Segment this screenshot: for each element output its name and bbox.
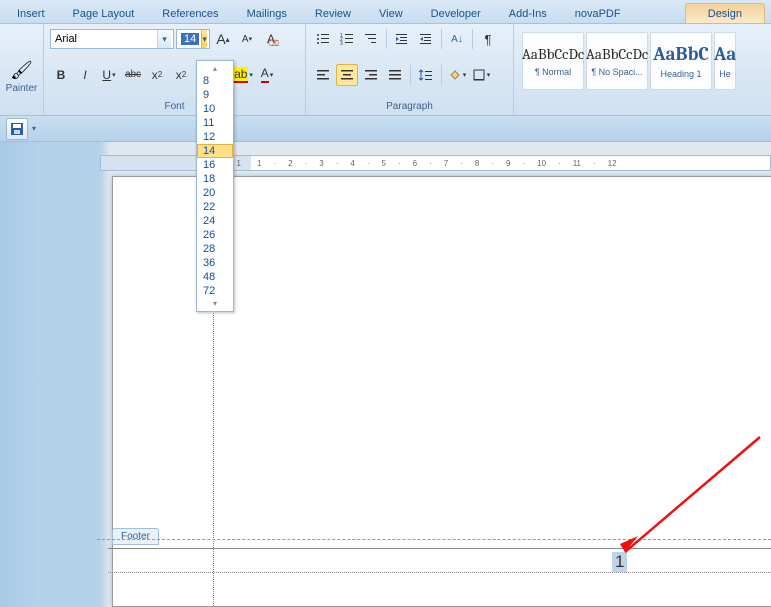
style-no-spacing[interactable]: AaBbCcDc ¶ No Spaci... — [586, 32, 648, 90]
footer-boundary — [97, 539, 771, 540]
font-size-option-36[interactable]: 36 — [197, 256, 233, 270]
align-center-button[interactable] — [336, 64, 358, 86]
numbering-button[interactable]: 123 — [336, 28, 358, 50]
chevron-down-icon[interactable]: ▾ — [32, 124, 36, 133]
clipboard-group-label — [6, 99, 37, 115]
font-size-option-12[interactable]: 12 — [197, 130, 233, 144]
font-color-button[interactable]: A▾ — [256, 64, 278, 86]
quick-access-toolbar: ▾ — [0, 116, 771, 142]
format-painter-label: Painter — [6, 83, 38, 94]
subscript-button[interactable]: x2 — [146, 64, 168, 86]
font-size-option-24[interactable]: 24 — [197, 214, 233, 228]
sort-button[interactable]: A↓ — [446, 28, 468, 50]
font-size-combo[interactable]: 14 ▾ — [176, 29, 210, 49]
font-group-label: Font — [50, 99, 299, 115]
bold-button[interactable]: B — [50, 64, 72, 86]
align-left-button[interactable] — [312, 64, 334, 86]
font-size-option-26[interactable]: 26 — [197, 228, 233, 242]
font-size-option-11[interactable]: 11 — [197, 116, 233, 130]
align-right-button[interactable] — [360, 64, 382, 86]
grow-font-button[interactable]: A▴ — [212, 28, 234, 50]
line-spacing-button[interactable] — [415, 64, 437, 86]
font-size-option-9[interactable]: 9 — [197, 88, 233, 102]
tab-developer[interactable]: Developer — [420, 3, 492, 23]
font-size-dropdown[interactable]: ▴ 891011121416182022242628364872 ▾ — [196, 60, 234, 312]
highlight-button[interactable]: ab▾ — [232, 64, 254, 86]
tab-page-layout[interactable]: Page Layout — [62, 3, 146, 23]
font-size-option-18[interactable]: 18 — [197, 172, 233, 186]
increase-indent-button[interactable] — [415, 28, 437, 50]
font-name-value: Arial — [55, 33, 77, 45]
tab-view[interactable]: View — [368, 3, 414, 23]
font-size-option-28[interactable]: 28 — [197, 242, 233, 256]
ribbon: 🖌 Painter Arial ▾ 14 ▾ A▴ A▾ A⌫ B I U▾ a… — [0, 24, 771, 116]
chevron-down-icon[interactable]: ▾ — [157, 30, 171, 48]
scroll-down-icon[interactable]: ▾ — [197, 298, 233, 309]
font-size-option-20[interactable]: 20 — [197, 186, 233, 200]
bullets-button[interactable] — [312, 28, 334, 50]
font-size-option-8[interactable]: 8 — [197, 74, 233, 88]
superscript-button[interactable]: x2 — [170, 64, 192, 86]
style-normal[interactable]: AaBbCcDc ¶ Normal — [522, 32, 584, 90]
tab-review[interactable]: Review — [304, 3, 362, 23]
font-size-option-72[interactable]: 72 — [197, 284, 233, 298]
italic-button[interactable]: I — [74, 64, 96, 86]
tab-add-ins[interactable]: Add-Ins — [498, 3, 558, 23]
scroll-up-icon[interactable]: ▴ — [197, 63, 233, 74]
paragraph-group-label: Paragraph — [312, 99, 507, 115]
font-size-option-48[interactable]: 48 — [197, 270, 233, 284]
font-size-value: 14 — [181, 33, 199, 45]
shrink-font-button[interactable]: A▾ — [236, 28, 258, 50]
strikethrough-button[interactable]: abc — [122, 64, 144, 86]
style-heading-1[interactable]: AaBbC Heading 1 — [650, 32, 712, 90]
font-size-option-16[interactable]: 16 — [197, 158, 233, 172]
tab-insert[interactable]: Insert — [6, 3, 56, 23]
shading-button[interactable]: ▾ — [446, 64, 468, 86]
save-button[interactable] — [6, 118, 28, 140]
underline-button[interactable]: U▾ — [98, 64, 120, 86]
font-name-combo[interactable]: Arial ▾ — [50, 29, 174, 49]
style-heading-2[interactable]: Aa He — [714, 32, 736, 90]
tab-design[interactable]: Design — [685, 3, 765, 23]
tab-mailings[interactable]: Mailings — [236, 3, 298, 23]
footer-section-tab[interactable]: Footer — [112, 528, 159, 545]
svg-text:3: 3 — [340, 41, 343, 46]
font-size-option-22[interactable]: 22 — [197, 200, 233, 214]
borders-button[interactable]: ▾ — [470, 64, 492, 86]
chevron-down-icon[interactable]: ▾ — [201, 30, 207, 48]
tab-references[interactable]: References — [151, 3, 229, 23]
font-size-option-10[interactable]: 10 — [197, 102, 233, 116]
justify-button[interactable] — [384, 64, 406, 86]
format-painter-icon[interactable]: 🖌 — [10, 60, 33, 81]
decrease-indent-button[interactable] — [391, 28, 413, 50]
clear-formatting-button[interactable]: A⌫ — [260, 28, 282, 50]
page-number-field[interactable]: 1 — [612, 552, 627, 572]
document-area: 2 1 1· 2· 3· 4· 5· 6· 7· 8· 9· 10· 11· 1… — [0, 142, 771, 607]
multilevel-list-button[interactable] — [360, 28, 382, 50]
show-hide-button[interactable]: ¶ — [477, 28, 499, 50]
styles-gallery[interactable]: AaBbCcDc ¶ Normal AaBbCcDc ¶ No Spaci...… — [520, 28, 765, 90]
ribbon-tab-bar: Insert Page Layout References Mailings R… — [0, 0, 771, 24]
tab-novapdf[interactable]: novaPDF — [564, 3, 632, 23]
font-size-option-14[interactable]: 14 — [197, 144, 233, 158]
